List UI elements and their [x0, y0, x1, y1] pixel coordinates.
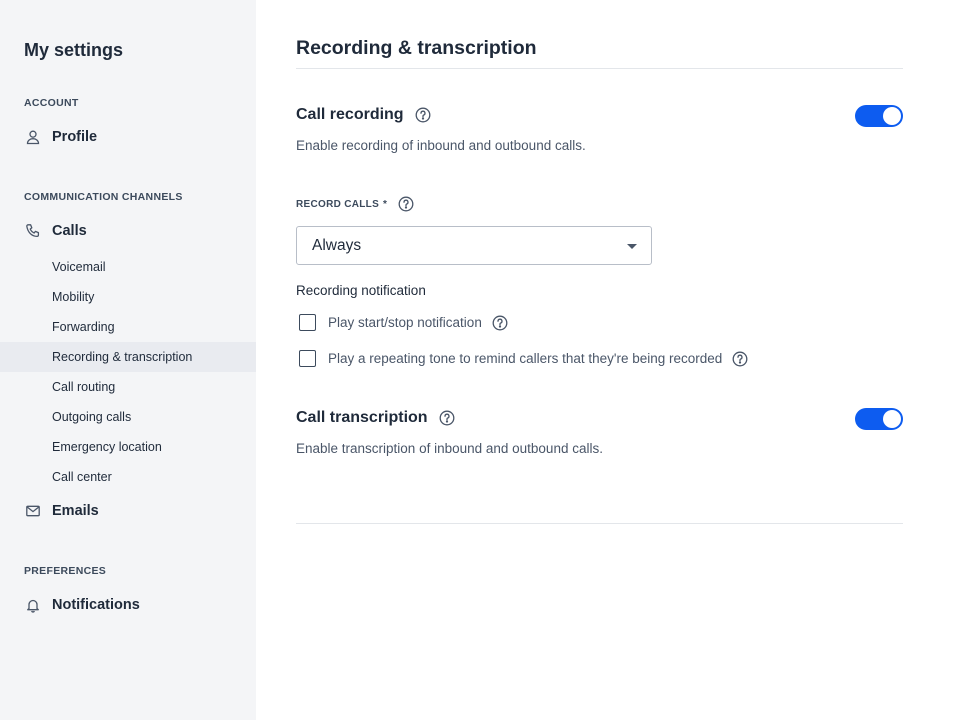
user-icon — [24, 128, 42, 146]
sidebar-item-calls[interactable]: Calls — [24, 220, 87, 242]
sidebar-item-call-routing[interactable]: Call routing — [0, 372, 256, 402]
notification-option-start-stop: Play start/stop notification — [299, 314, 508, 331]
record-calls-label: RECORD CALLS * — [296, 196, 414, 212]
sidebar-item-call-center[interactable]: Call center — [0, 462, 256, 492]
caret-down-icon — [627, 244, 637, 249]
call-recording-toggle[interactable] — [855, 105, 903, 127]
page-title: Recording & transcription — [296, 37, 537, 59]
sidebar-item-label: Notifications — [52, 597, 140, 613]
record-calls-value: Always — [312, 236, 362, 254]
section-account: ACCOUNT — [24, 97, 79, 109]
sidebar-item-mobility[interactable]: Mobility — [0, 282, 256, 312]
sidebar-title: My settings — [24, 40, 124, 60]
call-recording-title: Call recording — [296, 106, 431, 124]
sidebar: My settings ACCOUNT Profile COMMUNICATIO… — [0, 0, 256, 720]
call-recording-description: Enable recording of inbound and outbound… — [296, 138, 586, 153]
sidebar-item-forwarding[interactable]: Forwarding — [0, 312, 256, 342]
bell-icon — [24, 596, 42, 614]
sidebar-item-emergency-location[interactable]: Emergency location — [0, 432, 256, 462]
phone-icon — [24, 222, 42, 240]
checkbox-label: Play start/stop notification — [328, 315, 482, 330]
call-transcription-title: Call transcription — [296, 409, 455, 427]
toggle-knob — [883, 107, 901, 125]
call-recording-label: Call recording — [296, 106, 404, 123]
mail-icon — [24, 502, 42, 520]
help-icon[interactable] — [439, 410, 455, 426]
help-icon[interactable] — [398, 196, 414, 212]
toggle-knob — [883, 410, 901, 428]
call-transcription-label: Call transcription — [296, 409, 428, 426]
record-calls-label-text: RECORD CALLS — [296, 198, 380, 210]
record-calls-select[interactable]: Always — [296, 226, 652, 265]
required-marker: * — [383, 198, 388, 210]
call-transcription-toggle[interactable] — [855, 408, 903, 430]
section-preferences: PREFERENCES — [24, 565, 107, 577]
call-transcription-description: Enable transcription of inbound and outb… — [296, 441, 603, 456]
sidebar-item-recording-transcription[interactable]: Recording & transcription — [0, 342, 256, 372]
recording-notification-title: Recording notification — [296, 283, 426, 298]
sidebar-item-label: Calls — [52, 223, 87, 239]
notification-option-repeating-tone: Play a repeating tone to remind callers … — [299, 350, 748, 367]
start-stop-checkbox[interactable] — [299, 314, 316, 331]
sidebar-item-emails[interactable]: Emails — [24, 500, 99, 522]
sidebar-item-outgoing-calls[interactable]: Outgoing calls — [0, 402, 256, 432]
help-icon[interactable] — [492, 315, 508, 331]
sidebar-item-label: Emails — [52, 503, 99, 519]
checkbox-label: Play a repeating tone to remind callers … — [328, 351, 723, 366]
title-divider — [296, 68, 903, 69]
section-communication-channels: COMMUNICATION CHANNELS — [24, 191, 183, 203]
help-icon[interactable] — [415, 107, 431, 123]
repeating-tone-checkbox[interactable] — [299, 350, 316, 367]
sidebar-item-voicemail[interactable]: Voicemail — [0, 252, 256, 282]
sidebar-item-notifications[interactable]: Notifications — [24, 594, 140, 616]
bottom-divider — [296, 523, 903, 524]
sidebar-item-label: Profile — [52, 129, 98, 145]
help-icon[interactable] — [732, 351, 748, 367]
sidebar-item-profile[interactable]: Profile — [24, 126, 97, 148]
